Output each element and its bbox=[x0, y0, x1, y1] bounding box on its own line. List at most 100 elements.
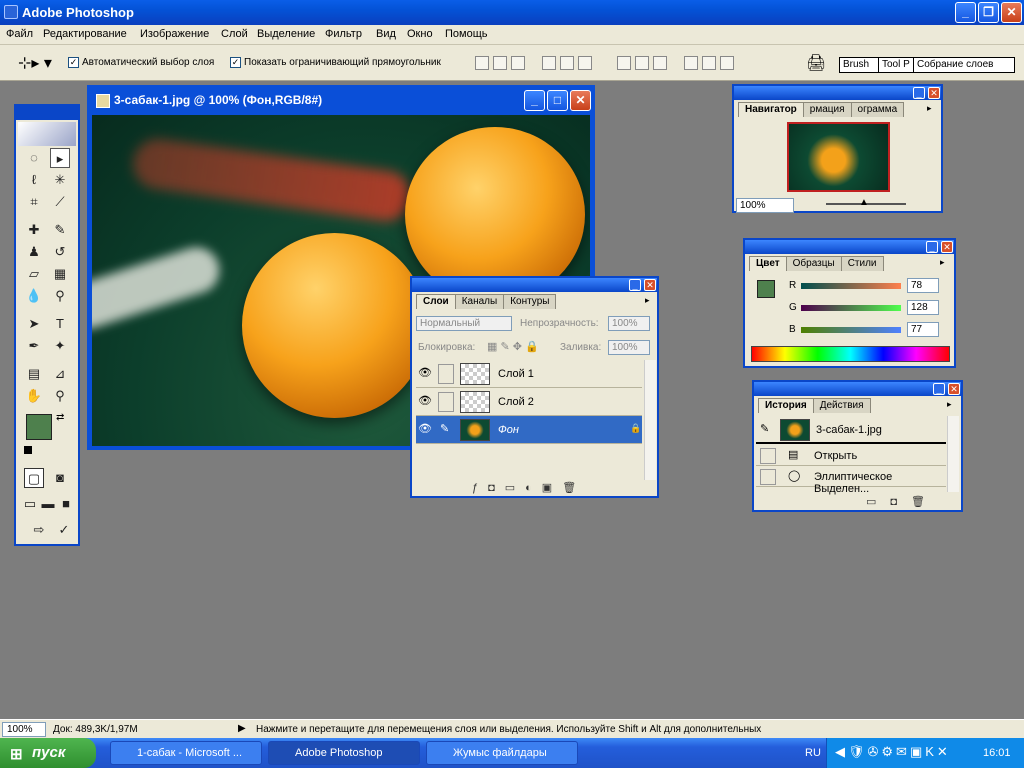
menu-filter[interactable]: Фильтр bbox=[325, 28, 362, 40]
layer-comps-well-tab[interactable]: Собрание слоев bbox=[913, 57, 1015, 73]
color-titlebar[interactable]: _ ✕ bbox=[745, 240, 954, 254]
move-tool-icon[interactable]: ▸ bbox=[50, 148, 70, 168]
menu-file[interactable]: Файл bbox=[6, 28, 33, 40]
distribute-right-icon[interactable] bbox=[720, 56, 734, 70]
r-slider[interactable] bbox=[801, 283, 901, 289]
language-indicator[interactable]: RU bbox=[805, 747, 821, 759]
taskbar-item-folder[interactable]: Жумыс файлдары bbox=[426, 741, 578, 765]
brushes-well-tab[interactable]: Brush bbox=[839, 57, 879, 73]
gradient-tool-icon[interactable]: ▦ bbox=[50, 264, 70, 284]
toolbox-grip[interactable] bbox=[16, 106, 78, 120]
fill-field[interactable]: 100% bbox=[608, 340, 650, 355]
screen-mode-standard-icon[interactable]: ▭ bbox=[22, 494, 38, 514]
brush-link-icon[interactable]: ✎ bbox=[440, 422, 449, 435]
navigator-slider-thumb[interactable]: ▲ bbox=[859, 197, 869, 208]
document-minimize-button[interactable]: _ bbox=[524, 90, 545, 111]
link-slot[interactable] bbox=[438, 392, 454, 412]
history-titlebar[interactable]: _ ✕ bbox=[754, 382, 961, 396]
dodge-tool-icon[interactable]: ⚲ bbox=[50, 286, 70, 306]
lasso-tool-icon[interactable]: ℓ bbox=[24, 170, 44, 190]
swap-colors-icon[interactable]: ⇄ bbox=[56, 412, 64, 423]
default-colors-icon[interactable] bbox=[24, 446, 32, 454]
custom-shape-tool-icon[interactable]: ✦ bbox=[50, 336, 70, 356]
menu-image[interactable]: Изображение bbox=[140, 28, 209, 40]
screen-mode-full-icon[interactable]: ■ bbox=[58, 494, 74, 514]
layers-minimize-button[interactable]: _ bbox=[629, 279, 641, 291]
layers-menu-icon[interactable]: ▸ bbox=[645, 295, 650, 306]
menu-window[interactable]: Окно bbox=[407, 28, 433, 40]
crop-tool-icon[interactable]: ⌗ bbox=[24, 192, 44, 212]
history-brush-source-icon[interactable]: ✎ bbox=[760, 422, 769, 435]
auto-select-checkbox[interactable]: ✓ bbox=[68, 57, 79, 68]
layer-row-2[interactable]: 👁 Слой 2 bbox=[416, 388, 642, 416]
eraser-tool-icon[interactable]: ▱ bbox=[24, 264, 44, 284]
distribute-bottom-icon[interactable] bbox=[653, 56, 667, 70]
tab-layers[interactable]: Слои bbox=[416, 294, 456, 309]
tool-presets-well-tab[interactable]: Tool P bbox=[878, 57, 916, 73]
distribute-top-icon[interactable] bbox=[617, 56, 631, 70]
distribute-hcenter-icon[interactable] bbox=[702, 56, 716, 70]
taskbar-item-photoshop[interactable]: Adobe Photoshop bbox=[268, 741, 420, 765]
history-source-slot[interactable] bbox=[760, 448, 776, 464]
menu-layer[interactable]: Слой bbox=[221, 28, 248, 40]
tab-paths[interactable]: Контуры bbox=[503, 294, 557, 309]
notes-tool-icon[interactable]: ▤ bbox=[24, 364, 44, 384]
marquee-tool-icon[interactable]: ◌ bbox=[24, 148, 44, 168]
layer-row-1[interactable]: 👁 Слой 1 bbox=[416, 360, 642, 388]
screen-mode-full-menu-icon[interactable]: ▬ bbox=[40, 494, 56, 514]
history-snapshot-row[interactable]: ✎ 3-сабак-1.jpg bbox=[756, 416, 946, 444]
menu-edit[interactable]: Редактирование bbox=[43, 28, 127, 40]
history-source-slot[interactable] bbox=[760, 469, 776, 485]
align-top-icon[interactable] bbox=[475, 56, 489, 70]
status-arrow-icon[interactable]: ▶ bbox=[238, 723, 246, 734]
layers-titlebar[interactable]: _ ✕ bbox=[412, 278, 657, 292]
tray-icons[interactable]: ◀🛡✇⚙✉▣K✕ bbox=[835, 744, 951, 760]
hand-tool-icon[interactable]: ✋ bbox=[24, 386, 44, 406]
r-value-field[interactable]: 78 bbox=[907, 278, 939, 293]
navigator-titlebar[interactable]: _ ✕ bbox=[734, 86, 941, 100]
blend-mode-select[interactable]: Нормальный bbox=[416, 316, 512, 331]
tab-history[interactable]: История bbox=[758, 398, 814, 413]
layer-name[interactable]: Слой 2 bbox=[498, 396, 534, 408]
pen-tool-icon[interactable]: ✒ bbox=[24, 336, 44, 356]
navigator-close-button[interactable]: ✕ bbox=[928, 87, 940, 99]
minimize-button[interactable]: _ bbox=[955, 2, 976, 23]
visibility-eye-icon[interactable]: 👁 bbox=[418, 366, 432, 379]
history-menu-icon[interactable]: ▸ bbox=[947, 399, 952, 410]
distribute-left-icon[interactable] bbox=[684, 56, 698, 70]
tab-info[interactable]: рмация bbox=[802, 102, 852, 117]
layers-scrollbar[interactable] bbox=[644, 360, 656, 480]
visibility-eye-icon[interactable]: 👁 bbox=[418, 394, 432, 407]
opacity-field[interactable]: 100% bbox=[608, 316, 650, 331]
layers-close-button[interactable]: ✕ bbox=[644, 279, 656, 291]
tab-styles[interactable]: Стили bbox=[840, 256, 884, 271]
tab-swatches[interactable]: Образцы bbox=[785, 256, 842, 271]
color-menu-icon[interactable]: ▸ bbox=[940, 257, 945, 268]
history-bottom-buttons[interactable]: ▭◘🗑 bbox=[866, 495, 956, 508]
zoom-tool-icon[interactable]: ⚲ bbox=[50, 386, 70, 406]
start-button[interactable]: ⊞ пуск bbox=[0, 738, 96, 768]
document-close-button[interactable]: ✕ bbox=[570, 90, 591, 111]
tab-histogram[interactable]: ограмма bbox=[850, 102, 905, 117]
color-fg-swatch[interactable] bbox=[757, 280, 775, 298]
distribute-vcenter-icon[interactable] bbox=[635, 56, 649, 70]
color-ramp[interactable] bbox=[751, 346, 950, 362]
imageready-icon[interactable]: ✓ bbox=[54, 520, 74, 540]
move-tool-preset-icon[interactable]: ⊹▸ ▾ bbox=[18, 53, 52, 73]
doc-size-info[interactable]: Док: 489,3K/1,97M bbox=[53, 724, 138, 735]
menu-view[interactable]: Вид bbox=[376, 28, 396, 40]
color-minimize-button[interactable]: _ bbox=[926, 241, 938, 253]
align-bottom-icon[interactable] bbox=[511, 56, 525, 70]
align-vcenter-icon[interactable] bbox=[493, 56, 507, 70]
show-bounds-checkbox[interactable]: ✓ bbox=[230, 57, 241, 68]
history-scrollbar[interactable] bbox=[947, 416, 959, 492]
menu-help[interactable]: Помощь bbox=[445, 28, 488, 40]
navigator-thumbnail[interactable] bbox=[787, 122, 890, 192]
navigator-zoom-field[interactable]: 100% bbox=[736, 198, 794, 213]
align-right-icon[interactable] bbox=[578, 56, 592, 70]
taskbar-item-word[interactable]: 1-сабак - Microsoft ... bbox=[110, 741, 262, 765]
tab-navigator[interactable]: Навигатор bbox=[738, 102, 804, 117]
magic-wand-tool-icon[interactable]: ✳ bbox=[50, 170, 70, 190]
foreground-color-swatch[interactable] bbox=[26, 414, 52, 440]
navigator-menu-icon[interactable]: ▸ bbox=[927, 103, 932, 114]
